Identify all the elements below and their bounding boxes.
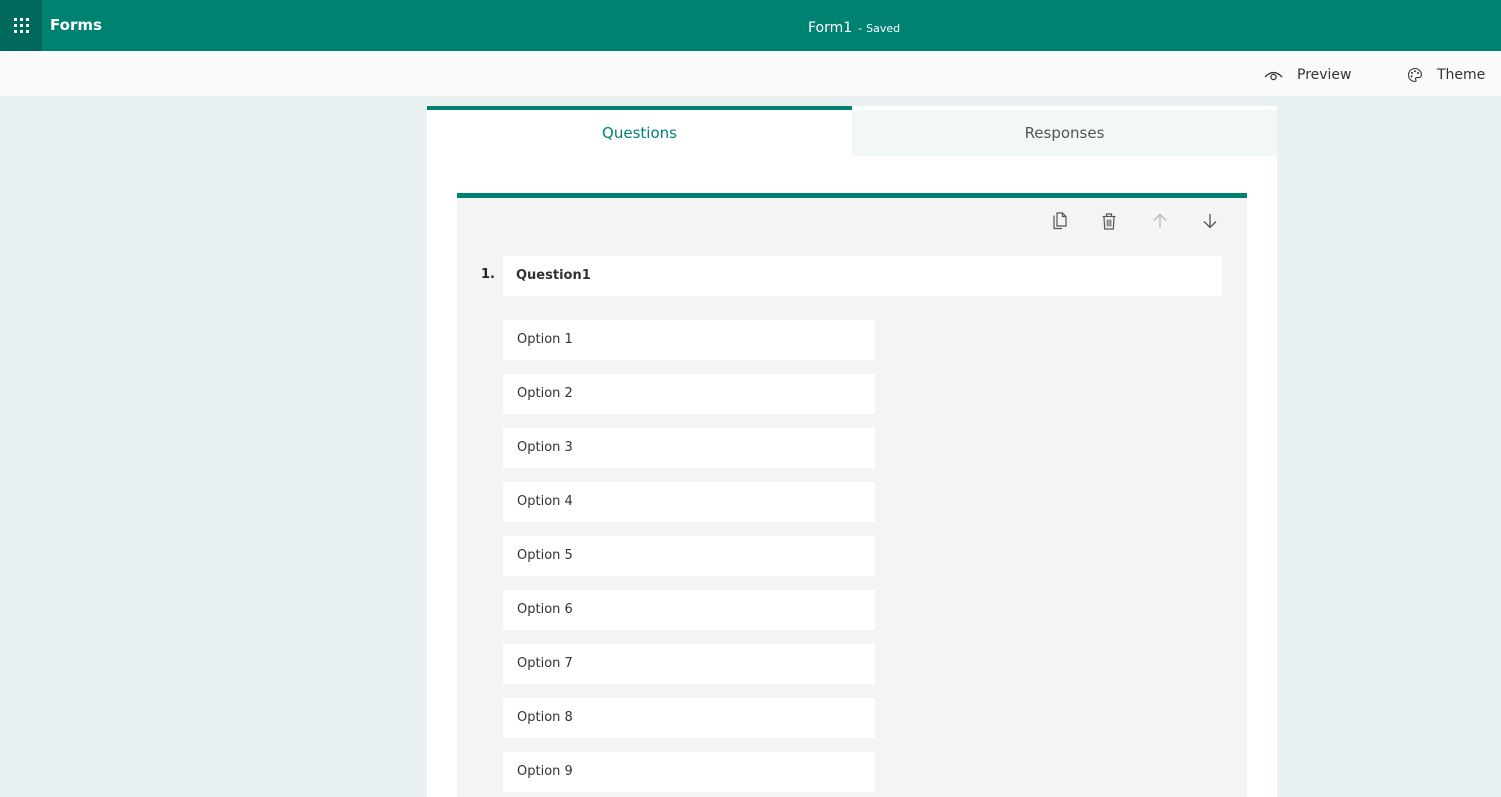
option-input-1[interactable]: Option 1 [503, 320, 875, 360]
palette-icon [1407, 67, 1423, 83]
save-status: Saved [866, 22, 901, 35]
question-number: 1. [481, 267, 495, 282]
option-input-2[interactable]: Option 2 [503, 374, 875, 414]
eye-icon [1264, 71, 1283, 81]
question-card[interactable]: 1. Question1 Option 1 Option 2 Option 3 … [457, 193, 1247, 797]
title-separator: - [858, 22, 863, 35]
option-input-4[interactable]: Option 4 [503, 482, 875, 522]
option-input-7[interactable]: Option 7 [503, 644, 875, 684]
command-bar: Preview Theme [0, 51, 1501, 96]
option-input-5[interactable]: Option 5 [503, 536, 875, 576]
tab-questions[interactable]: Questions [427, 106, 852, 156]
app-name[interactable]: Forms [50, 16, 102, 34]
delete-question-button[interactable] [1098, 210, 1120, 232]
option-input-9[interactable]: Option 9 [503, 752, 875, 792]
option-input-8[interactable]: Option 8 [503, 698, 875, 738]
form-panel: Questions Responses 1. Question1 Option … [427, 106, 1277, 797]
tab-responses[interactable]: Responses [852, 110, 1277, 156]
theme-button[interactable]: Theme [1407, 65, 1485, 85]
preview-label: Preview [1297, 67, 1352, 83]
form-title[interactable]: Form1 [808, 20, 852, 36]
theme-label: Theme [1437, 67, 1486, 83]
copy-icon [1053, 212, 1067, 230]
move-down-button[interactable] [1199, 210, 1221, 232]
question-title-input[interactable]: Question1 [503, 256, 1222, 296]
top-bar: Forms Form1- Saved [0, 0, 1501, 51]
option-input-6[interactable]: Option 6 [503, 590, 875, 630]
option-input-3[interactable]: Option 3 [503, 428, 875, 468]
move-down-icon [1203, 214, 1217, 229]
form-title-area: Form1- Saved [808, 17, 900, 36]
waffle-icon [13, 18, 29, 33]
move-up-button[interactable] [1149, 210, 1171, 232]
preview-button[interactable]: Preview [1264, 65, 1352, 85]
move-up-icon [1153, 213, 1167, 228]
copy-question-button[interactable] [1049, 210, 1071, 232]
app-launcher-button[interactable] [0, 0, 42, 51]
delete-icon [1102, 212, 1116, 230]
